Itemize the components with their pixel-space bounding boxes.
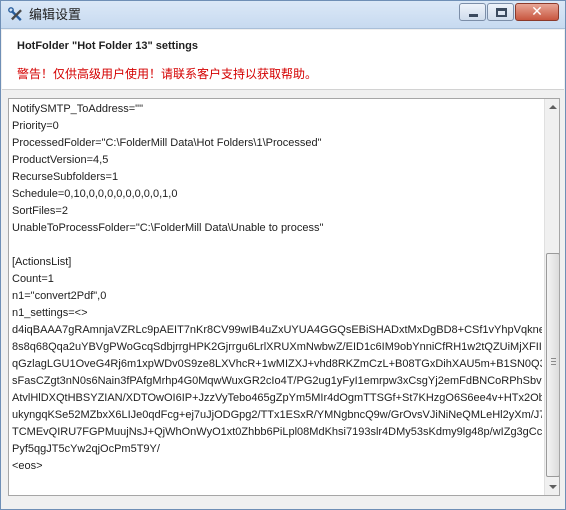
scroll-up-button[interactable] bbox=[545, 99, 559, 115]
editor-line: <eos> bbox=[12, 460, 43, 472]
maximize-icon bbox=[496, 8, 507, 17]
editor-line: Pyf5qgJT5cYw2qjOcPm5T9Y/ bbox=[12, 443, 160, 455]
editor-line: ukyngqKSe52MZbxX6LIJe0qdFcg+ej7uJjODGpg2… bbox=[12, 409, 542, 421]
editor-line: n1_settings=<> bbox=[12, 307, 88, 319]
scrollbar-thumb[interactable] bbox=[546, 253, 559, 477]
editor-line: TCMEvQIRU7FGPMuujNsJ+QjWhOnWyO1xt0Zhbb6P… bbox=[12, 426, 542, 438]
title-bar[interactable]: 编辑设置 ✕ bbox=[1, 1, 565, 29]
editor-line: ProcessedFolder="C:\FolderMill Data\Hot … bbox=[12, 137, 322, 149]
grip-line bbox=[551, 361, 556, 362]
advanced-users-warning: 警告！仅供高级用户使用！请联系客户支持以获取帮助。 bbox=[17, 67, 318, 81]
scroll-down-arrow-icon bbox=[549, 485, 557, 489]
editor-line: sFasCZgt3nN0s6Nain3fPAfgMrhp4G0MqwWuxGR2… bbox=[12, 375, 542, 387]
settings-text-editor[interactable]: NotifySMTP_ToAddress="" Priority=0 Proce… bbox=[8, 98, 560, 496]
grip-line bbox=[551, 364, 556, 365]
editor-line: 8s8q68Qqa2uYBVgPWoGcqSdbjrrgHPK2Gjrrgu6L… bbox=[12, 341, 542, 353]
settings-dialog: 编辑设置 ✕ HotFolder "Hot Folder 13" setting… bbox=[0, 0, 566, 510]
editor-line: Schedule=0,10,0,0,0,0,0,0,0,0,1,0 bbox=[12, 188, 178, 200]
settings-title: HotFolder "Hot Folder 13" settings bbox=[17, 40, 198, 52]
editor-line: UnableToProcessFolder="C:\FolderMill Dat… bbox=[12, 222, 324, 234]
editor-line: Priority=0 bbox=[12, 120, 59, 132]
editor-line: Count=1 bbox=[12, 273, 54, 285]
scroll-down-button[interactable] bbox=[545, 479, 559, 495]
editor-line: SortFiles=2 bbox=[12, 205, 68, 217]
scroll-up-arrow-icon bbox=[549, 105, 557, 109]
wrench-screwdriver-icon bbox=[8, 7, 22, 21]
vertical-scrollbar[interactable] bbox=[544, 99, 559, 495]
editor-line: n1="convert2Pdf",0 bbox=[12, 290, 107, 302]
maximize-button[interactable] bbox=[487, 3, 514, 21]
editor-line: d4iqBAAA7gRAmnjaVZRLc9pAEIT7nKr8CV99wIB4… bbox=[12, 324, 542, 336]
editor-line: [ActionsList] bbox=[12, 256, 72, 268]
editor-line: NotifySMTP_ToAddress="" bbox=[12, 103, 143, 115]
grip-line bbox=[551, 358, 556, 359]
dialog-header: HotFolder "Hot Folder 13" settings 警告！仅供… bbox=[2, 30, 564, 90]
close-icon: ✕ bbox=[531, 4, 543, 20]
editor-content[interactable]: NotifySMTP_ToAddress="" Priority=0 Proce… bbox=[12, 101, 542, 493]
editor-line: ProductVersion=4,5 bbox=[12, 154, 109, 166]
editor-line: RecurseSubfolders=1 bbox=[12, 171, 119, 183]
window-title: 编辑设置 bbox=[29, 7, 82, 22]
close-button[interactable]: ✕ bbox=[515, 3, 559, 21]
editor-line: AtvlHlDXQtHBSYZIAN/XDTOwOI6IP+JzzVyTebo4… bbox=[12, 392, 542, 404]
minimize-button[interactable] bbox=[459, 3, 486, 21]
editor-line: qGzlagLGU1OveG4Rj6m1xpWDv0S9ze8LXVhcR+1w… bbox=[12, 358, 542, 370]
minimize-icon bbox=[469, 14, 478, 17]
